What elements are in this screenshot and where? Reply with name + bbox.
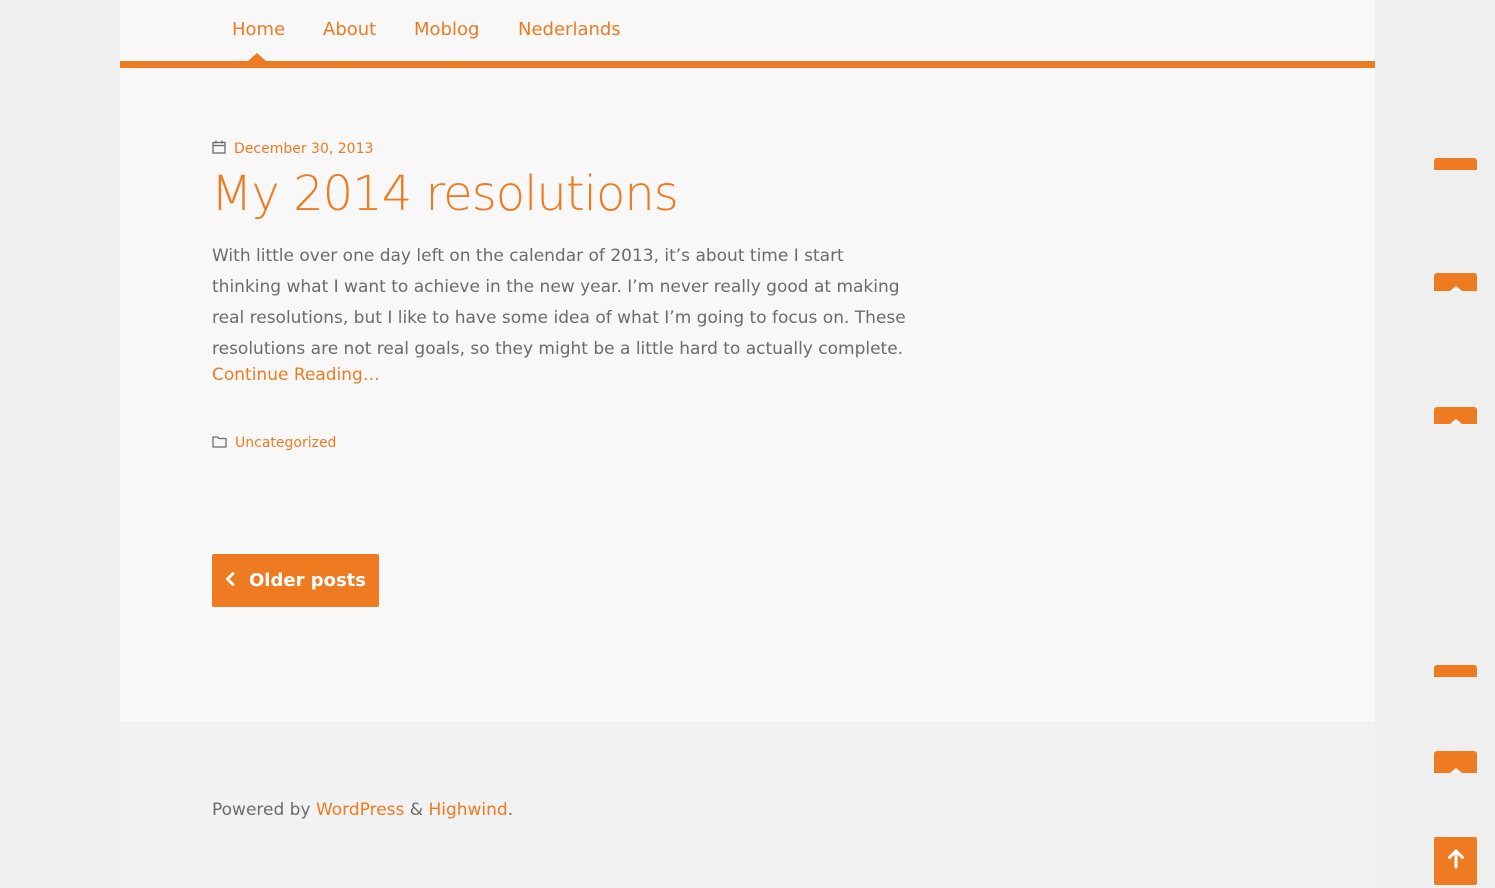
folder-icon bbox=[212, 433, 227, 452]
side-tab[interactable] bbox=[1434, 407, 1477, 424]
calendar-icon bbox=[212, 139, 226, 158]
arrow-up-icon bbox=[1447, 849, 1465, 873]
nav-item-moblog[interactable]: Moblog bbox=[414, 19, 479, 40]
active-nav-indicator bbox=[248, 53, 266, 61]
nav-item-home[interactable]: Home bbox=[232, 19, 285, 40]
nav-item-about[interactable]: About bbox=[323, 19, 376, 40]
older-posts-button[interactable]: Older posts bbox=[212, 554, 379, 607]
footer-prefix: Powered by bbox=[212, 800, 316, 820]
side-tab[interactable] bbox=[1434, 751, 1477, 773]
nav-accent-bar bbox=[120, 61, 1375, 68]
wordpress-link[interactable]: WordPress bbox=[316, 800, 404, 820]
continue-reading-link[interactable]: Continue Reading… bbox=[212, 365, 380, 385]
scroll-to-top-button[interactable] bbox=[1434, 837, 1477, 885]
footer-suffix: . bbox=[507, 800, 514, 820]
chevron-left-icon bbox=[225, 570, 235, 591]
post-date-meta: December 30, 2013 bbox=[212, 139, 373, 158]
footer-credits: Powered by WordPress & Highwind. bbox=[212, 800, 513, 820]
post-excerpt: With little over one day left on the cal… bbox=[212, 246, 906, 359]
post-date[interactable]: December 30, 2013 bbox=[234, 141, 373, 157]
nav-item-nederlands[interactable]: Nederlands bbox=[518, 19, 621, 40]
tab-notch bbox=[1450, 768, 1462, 773]
main-navigation: Home About Moblog Nederlands bbox=[120, 0, 1375, 61]
highwind-link[interactable]: Highwind bbox=[428, 800, 507, 820]
post-category-link[interactable]: Uncategorized bbox=[235, 435, 336, 451]
side-tab[interactable] bbox=[1434, 273, 1477, 291]
page: Home About Moblog Nederlands December 30… bbox=[120, 0, 1375, 888]
older-posts-label: Older posts bbox=[249, 570, 366, 591]
side-tab[interactable] bbox=[1434, 158, 1477, 170]
side-tab[interactable] bbox=[1434, 665, 1477, 677]
tab-notch bbox=[1450, 286, 1462, 291]
post-category-meta: Uncategorized bbox=[212, 433, 336, 452]
post-title[interactable]: My 2014 resolutions bbox=[211, 164, 679, 224]
tab-notch bbox=[1450, 419, 1462, 424]
site-footer: Powered by WordPress & Highwind. bbox=[120, 721, 1375, 888]
footer-ampersand: & bbox=[404, 800, 429, 820]
